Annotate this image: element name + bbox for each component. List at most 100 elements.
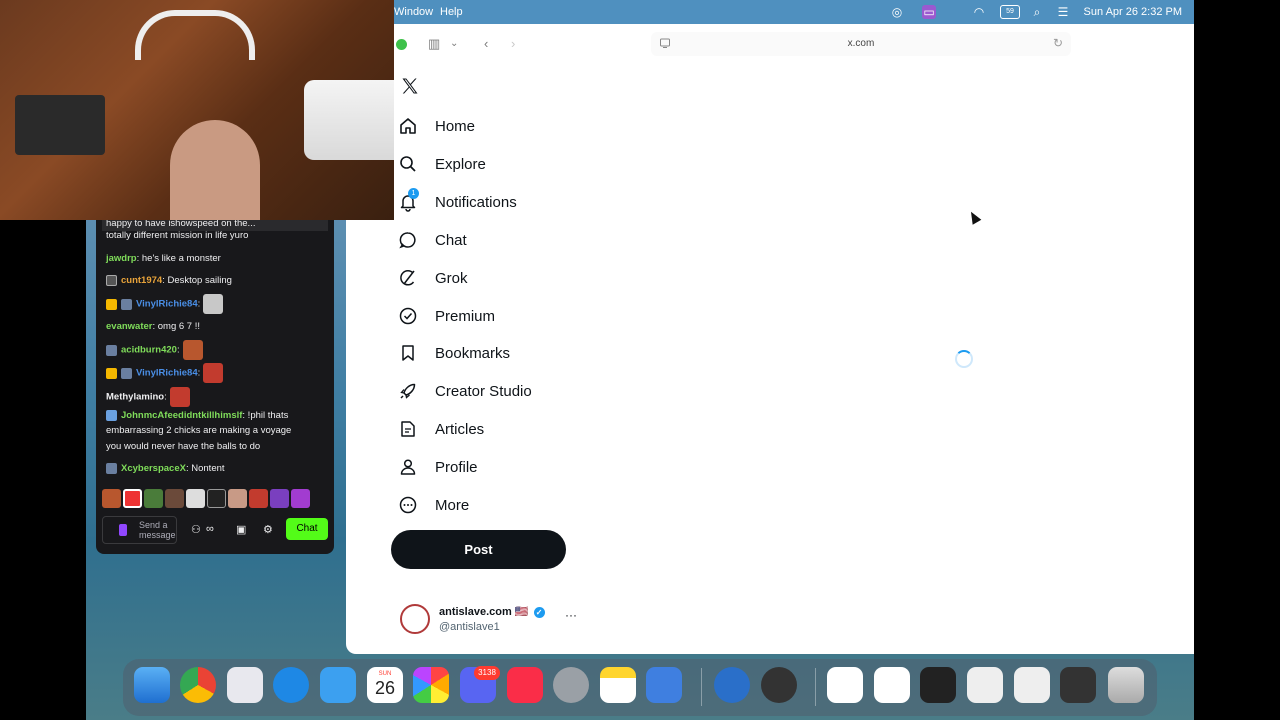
chat-username[interactable]: VinylRichie84 xyxy=(136,368,198,379)
app-store-icon[interactable] xyxy=(714,667,750,703)
chat-message: jawdrp: he's like a monster xyxy=(106,253,221,264)
emote-icon[interactable] xyxy=(144,489,163,508)
nav-profile-label: Profile xyxy=(435,458,478,476)
trash-icon[interactable] xyxy=(1108,667,1144,703)
account-more-icon[interactable]: ··· xyxy=(565,608,577,622)
launchpad-icon[interactable] xyxy=(227,667,263,703)
chat-badge-icon xyxy=(106,463,117,474)
chat-username[interactable]: JohnmcAfeedidntkillhimslf xyxy=(121,410,242,421)
preview-icon[interactable] xyxy=(646,667,682,703)
wifi-icon[interactable]: ◠ xyxy=(972,5,986,19)
chat-message-text: : Desktop sailing xyxy=(162,275,232,287)
chevron-down-icon[interactable]: ⌄ xyxy=(450,38,458,49)
cat-emote-icon xyxy=(203,294,224,314)
nav-more[interactable]: More xyxy=(398,490,469,520)
chat-username[interactable]: jawdrp xyxy=(106,253,137,264)
address-bar[interactable]: x.com ↻ xyxy=(651,32,1071,56)
browser-window: ▥ ⌄ ‹ › x.com ↻ Home Explore 1 Notificat… xyxy=(346,24,1194,654)
chat-message-text: totally different mission in life yuro xyxy=(106,230,249,241)
emote-icon[interactable] xyxy=(207,489,226,508)
account-name-text: antislave.com 🇺🇸 xyxy=(439,606,529,618)
chat-username[interactable]: Methylamino xyxy=(106,392,164,403)
chat-username[interactable]: VinylRichie84 xyxy=(136,299,198,310)
users-icon[interactable]: ⚇ xyxy=(191,523,201,536)
bookmark-icon xyxy=(398,343,418,363)
nav-notifications-label: Notifications xyxy=(435,193,517,211)
emote-icon[interactable] xyxy=(249,489,268,508)
account-switcher[interactable]: antislave.com 🇺🇸 ✓ @antislave1 ··· xyxy=(400,602,590,638)
chat-message: JohnmcAfeedidntkillhimslf: !phil thats xyxy=(106,410,288,421)
notes-icon[interactable] xyxy=(600,667,636,703)
safari-icon[interactable] xyxy=(273,667,309,703)
minimized-window-icon[interactable] xyxy=(1060,667,1096,703)
webcam-overlay xyxy=(0,0,394,220)
chat-message: XcyberspaceX: Nontent xyxy=(106,463,225,474)
menu-window[interactable]: Window xyxy=(394,6,433,18)
obs-icon[interactable] xyxy=(761,667,797,703)
emote-icon[interactable] xyxy=(123,489,142,508)
account-handle: @antislave1 xyxy=(439,621,500,633)
sidebar-toggle-icon[interactable]: ▥ xyxy=(428,36,440,52)
emote-icon[interactable] xyxy=(186,489,205,508)
nav-creator-studio[interactable]: Creator Studio xyxy=(398,376,532,406)
nav-home[interactable]: Home xyxy=(398,111,475,141)
photos-icon[interactable] xyxy=(413,667,449,703)
emote-icon[interactable] xyxy=(270,489,289,508)
system-settings-icon[interactable] xyxy=(553,667,589,703)
nav-bookmarks[interactable]: Bookmarks xyxy=(398,338,510,368)
window-zoom-button[interactable] xyxy=(396,39,407,50)
chat-send-button[interactable]: Chat xyxy=(286,518,328,540)
reload-icon[interactable]: ↻ xyxy=(1053,36,1063,50)
url-text[interactable]: x.com xyxy=(651,38,1071,49)
control-center-icon[interactable]: ☰ xyxy=(1056,5,1070,19)
menu-help[interactable]: Help xyxy=(440,6,463,18)
chat-username[interactable]: cunt1974 xyxy=(121,275,162,286)
dock-separator xyxy=(815,668,816,706)
chat-username[interactable]: acidburn420 xyxy=(121,345,177,356)
chat-badge-icon xyxy=(121,367,132,379)
battery-icon[interactable]: 59 xyxy=(1000,5,1020,19)
settings-gear-icon[interactable]: ⚙ xyxy=(263,523,273,536)
loading-spinner-icon xyxy=(955,350,973,368)
chat-username[interactable]: XcyberspaceX xyxy=(121,463,186,474)
nav-articles[interactable]: Articles xyxy=(398,414,484,444)
minimized-window-icon[interactable] xyxy=(1014,667,1050,703)
nav-profile[interactable]: Profile xyxy=(398,452,478,482)
back-icon[interactable]: ‹ xyxy=(484,36,488,51)
emote-icon[interactable] xyxy=(228,489,247,508)
stream-chat-panel: happy to have ishowspeed on the... total… xyxy=(96,220,334,554)
screen-mirror-icon[interactable]: ▭ xyxy=(922,5,936,19)
nav-premium[interactable]: Premium xyxy=(398,301,495,331)
chat-input[interactable]: Send a message xyxy=(102,516,177,544)
post-button[interactable]: Post xyxy=(391,530,566,569)
forward-icon[interactable]: › xyxy=(511,36,515,51)
music-icon[interactable] xyxy=(507,667,543,703)
mail-icon[interactable] xyxy=(320,667,356,703)
nav-premium-label: Premium xyxy=(435,307,496,325)
nav-explore[interactable]: Explore xyxy=(398,149,486,179)
emote-icon[interactable] xyxy=(102,489,121,508)
minimized-window-icon[interactable] xyxy=(874,667,910,703)
premium-check-icon xyxy=(398,306,418,326)
chat-message: VinylRichie84: xyxy=(106,294,224,314)
store-icon[interactable]: ▣ xyxy=(236,523,246,536)
menu-datetime[interactable]: Sun Apr 26 2:32 PM xyxy=(1084,6,1182,18)
chrome-icon[interactable]: ◎ xyxy=(890,5,904,19)
minimized-window-icon[interactable] xyxy=(827,667,863,703)
nav-notifications[interactable]: 1 Notifications xyxy=(398,187,517,217)
minimized-window-icon[interactable] xyxy=(920,667,956,703)
infinity-icon[interactable]: ∞ xyxy=(206,523,214,535)
chat-username[interactable]: evanwater xyxy=(106,321,152,332)
nav-more-label: More xyxy=(435,496,470,514)
chat-message: acidburn420: xyxy=(106,340,203,360)
emote-icon[interactable] xyxy=(165,489,184,508)
chrome-icon[interactable] xyxy=(180,667,216,703)
emote-icon[interactable] xyxy=(291,489,310,508)
x-logo-icon[interactable] xyxy=(400,76,420,96)
mic-icon[interactable] xyxy=(119,524,127,536)
nav-grok[interactable]: Grok xyxy=(398,263,468,293)
finder-icon[interactable] xyxy=(134,667,170,703)
nav-chat[interactable]: Chat xyxy=(398,225,467,255)
search-icon[interactable]: ⌕ xyxy=(1030,5,1044,19)
minimized-window-icon[interactable] xyxy=(967,667,1003,703)
